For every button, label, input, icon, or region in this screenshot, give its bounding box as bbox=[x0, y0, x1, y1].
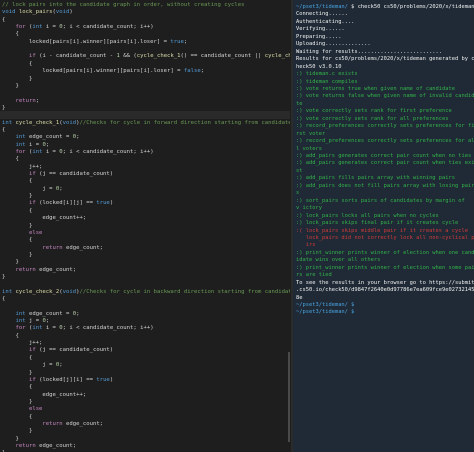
terminal-output-line: :) add_pairs generates correct pair coun… bbox=[296, 160, 474, 167]
code-line[interactable]: return edge_count; bbox=[2, 266, 76, 274]
code-line[interactable]: int cycle_check_1(void)//Checks for cycl… bbox=[2, 119, 290, 127]
code-line[interactable]: return edge_count; bbox=[2, 442, 76, 450]
code-line[interactable]: if (i - candidate_count - 1 && (cycle_ch… bbox=[2, 52, 290, 60]
code-line[interactable]: return; bbox=[2, 97, 39, 105]
terminal-output-line: :) add_pairs does not fill pairs array w… bbox=[296, 182, 474, 189]
code-line[interactable]: for (int i = 0; i < candidate_count; i++… bbox=[2, 324, 153, 332]
code-line[interactable]: for (int i = 0; i < candidate_count; i++… bbox=[2, 148, 153, 156]
terminal-output-line: :) record_preferences correctly sets pre… bbox=[296, 138, 474, 145]
terminal-output-line: .cs50.io/check50/d9847f2640e0d97786e7ea6… bbox=[296, 287, 474, 294]
terminal-prompt[interactable]: ~/pset3/tideman/ $ bbox=[296, 308, 354, 316]
terminal-command: check50 cs50/problems/2020/x/tideman bbox=[357, 4, 474, 10]
terminal-panel[interactable]: ~/pset3/tideman/ $ check50 cs50/problems… bbox=[293, 0, 474, 452]
terminal-output-line: :) vote returns false when given name of… bbox=[296, 93, 474, 100]
code-line[interactable]: void lock_pairs(void) bbox=[2, 8, 73, 16]
code-line[interactable]: } bbox=[2, 273, 5, 281]
editor-scrollbar[interactable] bbox=[288, 352, 290, 442]
code-editor[interactable]: // lock pairs into the candidate graph i… bbox=[0, 0, 290, 452]
prompt-path: ~/pset3/tideman/ bbox=[296, 4, 348, 10]
code-line[interactable]: locked[pairs[i].winner][pairs[i].loser] … bbox=[2, 38, 187, 46]
code-line[interactable]: for (int i = 0; i < candidate_count; i++… bbox=[2, 23, 153, 31]
code-line[interactable]: { bbox=[2, 295, 5, 303]
code-line[interactable]: } bbox=[2, 82, 18, 90]
terminal-output-line: lock_pairs did not correctly lock all no… bbox=[296, 234, 474, 241]
code-line[interactable]: int cycle_check_2(void)//Checks for cycl… bbox=[2, 288, 290, 296]
